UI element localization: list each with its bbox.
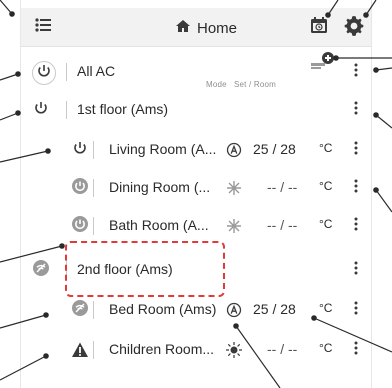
power-button[interactable] bbox=[71, 215, 89, 238]
page-title-text: Home bbox=[197, 19, 238, 37]
set-room-temp: 25 / 28 bbox=[253, 141, 296, 157]
power-icon bbox=[71, 215, 89, 238]
offline-button[interactable] bbox=[32, 259, 50, 282]
set-room-temp: -- / -- bbox=[267, 217, 298, 233]
kebab-icon bbox=[354, 140, 358, 161]
divider bbox=[66, 101, 67, 119]
sun-icon bbox=[225, 341, 243, 359]
table-row[interactable]: Dining Room (... -- / -- °C bbox=[21, 170, 371, 206]
menu-icon bbox=[33, 15, 53, 40]
room-name: Children Room... bbox=[109, 341, 215, 357]
screen: Home All AC Mode Set / Room 1st floor (A… bbox=[0, 0, 392, 388]
table-row[interactable]: Living Room (A... 25 / 28 °C bbox=[21, 132, 371, 168]
kebab-icon bbox=[354, 62, 358, 83]
temp-unit: °C bbox=[319, 141, 333, 155]
group-name: 2nd floor (Ams) bbox=[77, 261, 173, 277]
power-button[interactable] bbox=[32, 61, 56, 85]
home-icon bbox=[175, 18, 191, 38]
divider bbox=[66, 261, 67, 279]
room-name: Bed Room (Ams) bbox=[109, 301, 217, 317]
power-icon bbox=[34, 101, 48, 120]
row-name: All AC bbox=[77, 63, 116, 79]
more-button[interactable] bbox=[351, 101, 361, 119]
list-item[interactable]: All AC bbox=[21, 50, 371, 90]
divider bbox=[66, 63, 67, 81]
divider bbox=[93, 301, 94, 319]
offline-button[interactable] bbox=[71, 299, 89, 322]
room-name: Bath Room (A... bbox=[109, 217, 209, 233]
set-room-column-label: Set / Room bbox=[234, 80, 277, 89]
kebab-icon bbox=[354, 260, 358, 281]
power-button[interactable] bbox=[32, 101, 50, 119]
more-button[interactable] bbox=[351, 301, 361, 319]
auto-mode-icon bbox=[225, 301, 243, 319]
temp-unit: °C bbox=[319, 301, 333, 315]
group-name: 1st floor (Ams) bbox=[77, 101, 169, 117]
page-title: Home bbox=[175, 17, 237, 39]
gear-icon bbox=[343, 14, 365, 41]
power-icon bbox=[73, 141, 87, 160]
settings-button[interactable] bbox=[343, 14, 365, 41]
snowflake-icon bbox=[225, 179, 243, 197]
group-row[interactable]: 1st floor (Ams) bbox=[21, 92, 371, 128]
add-icon bbox=[309, 50, 335, 81]
power-icon bbox=[37, 64, 51, 83]
temp-unit: °C bbox=[319, 179, 333, 193]
schedule-icon bbox=[308, 14, 330, 41]
add-ac-button[interactable] bbox=[309, 50, 335, 81]
kebab-icon bbox=[354, 340, 358, 361]
top-bar: Home bbox=[21, 8, 371, 47]
table-row[interactable]: Bath Room (A... -- / -- °C bbox=[21, 208, 371, 244]
room-name: Dining Room (... bbox=[109, 179, 211, 195]
set-room-temp: 25 / 28 bbox=[253, 301, 296, 317]
power-icon bbox=[71, 177, 89, 200]
warning-icon bbox=[71, 341, 89, 359]
set-room-temp: -- / -- bbox=[267, 341, 298, 357]
table-row[interactable]: Children Room... -- / -- °C bbox=[21, 332, 371, 368]
divider bbox=[93, 179, 94, 197]
wifi-off-icon bbox=[71, 299, 89, 322]
divider bbox=[93, 141, 94, 159]
auto-mode-icon bbox=[225, 141, 243, 159]
more-button[interactable] bbox=[351, 261, 361, 279]
table-row[interactable]: Bed Room (Ams) 25 / 28 °C bbox=[21, 292, 371, 328]
kebab-icon bbox=[354, 178, 358, 199]
kebab-icon bbox=[354, 300, 358, 321]
divider bbox=[93, 217, 94, 235]
phone-screen: Home All AC Mode Set / Room 1st floor (A… bbox=[20, 0, 372, 388]
more-button[interactable] bbox=[351, 341, 361, 359]
schedule-button[interactable] bbox=[308, 16, 330, 38]
more-button[interactable] bbox=[351, 141, 361, 159]
kebab-icon bbox=[354, 100, 358, 121]
temp-unit: °C bbox=[319, 341, 333, 355]
mode-column-label: Mode bbox=[206, 80, 227, 89]
more-button[interactable] bbox=[351, 63, 361, 81]
power-button[interactable] bbox=[71, 141, 89, 159]
group-row[interactable]: 2nd floor (Ams) bbox=[21, 252, 371, 288]
kebab-icon bbox=[354, 216, 358, 237]
divider bbox=[93, 341, 94, 359]
wifi-off-icon bbox=[32, 259, 50, 282]
temp-unit: °C bbox=[319, 217, 333, 231]
menu-button[interactable] bbox=[33, 17, 53, 37]
more-button[interactable] bbox=[351, 217, 361, 235]
room-name: Living Room (A... bbox=[109, 141, 217, 157]
more-button[interactable] bbox=[351, 179, 361, 197]
power-button[interactable] bbox=[71, 177, 89, 200]
set-room-temp: -- / -- bbox=[267, 179, 298, 195]
snowflake-icon bbox=[225, 217, 243, 235]
